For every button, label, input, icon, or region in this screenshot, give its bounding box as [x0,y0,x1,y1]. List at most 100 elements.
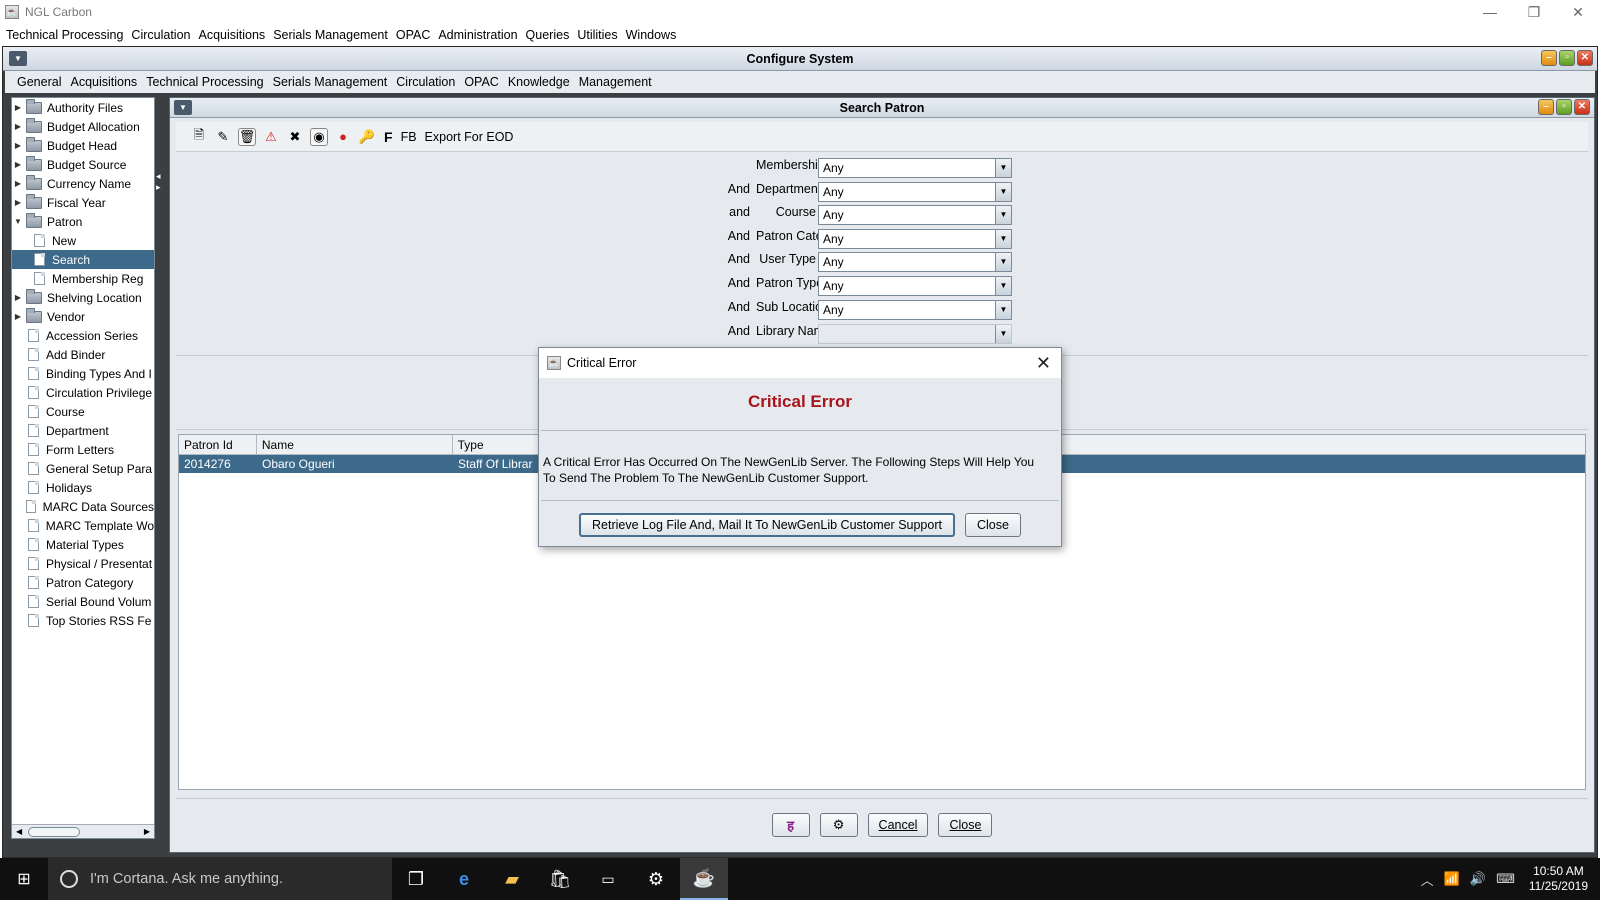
tree-item[interactable]: ▶ Currency Name [12,174,154,193]
tree-item[interactable]: ▶ Shelving Location [12,288,154,307]
cfg-menu-management[interactable]: Management [579,75,652,89]
filter-dropdown[interactable]: Any ▼ [818,229,1012,249]
tree-item[interactable]: General Setup Para [12,459,154,478]
cfg-menu-general[interactable]: General [17,75,61,89]
restore-window-icon[interactable]: ❐ [1512,0,1556,24]
close-button[interactable]: Close [938,812,993,837]
clock[interactable]: 10:50 AM 11/25/2019 [1529,864,1588,894]
menu-acquisitions[interactable]: Acquisitions [198,28,265,42]
chevron-down-icon[interactable]: ▼ [995,230,1011,248]
close-icon[interactable]: ✕ [1036,353,1051,374]
tree-item[interactable]: ▶ Budget Allocation [12,117,154,136]
dialog-close-button[interactable]: Close [964,513,1021,537]
cfg-menu-circulation[interactable]: Circulation [396,75,455,89]
tree-item[interactable]: Patron Category [12,573,154,592]
expanded-arrow-icon[interactable]: ▼ [12,217,24,226]
cfg-menu-opac[interactable]: OPAC [464,75,499,89]
new-record-icon[interactable]: 🗎 [190,127,208,146]
tree-item[interactable]: ▶ Fiscal Year [12,193,154,212]
volume-icon[interactable]: 🔊 [1470,871,1486,887]
chevron-down-icon[interactable]: ▼ [995,159,1011,177]
cancel-button[interactable]: Cancel [867,812,929,837]
collapsed-arrow-icon[interactable]: ▶ [12,103,24,112]
tree-item[interactable]: Circulation Privilege [12,383,154,402]
menu-administration[interactable]: Administration [438,28,517,42]
edge-browser-icon[interactable]: e [440,858,488,900]
splitter-arrows-icon[interactable]: ◂ ▸ [156,171,164,195]
toolbar-fb-button[interactable]: FB [401,130,417,144]
collapsed-arrow-icon[interactable]: ▶ [12,141,24,150]
file-explorer-icon[interactable]: ▰ [488,858,536,900]
filter-dropdown[interactable]: Any ▼ [818,252,1012,272]
tree-item[interactable]: Material Types [12,535,154,554]
tree-item[interactable]: ▶ Authority Files [12,98,154,117]
menu-circulation[interactable]: Circulation [131,28,190,42]
close-frame-icon[interactable]: ✕ [1574,99,1590,115]
menu-windows[interactable]: Windows [626,28,677,42]
filter-dropdown[interactable]: ▼ [818,324,1012,344]
maximize-frame-icon[interactable]: ▫ [1559,50,1575,66]
chevron-up-icon[interactable]: ︿ [1421,870,1434,889]
column-header-patron-id[interactable]: Patron Id [179,435,257,454]
chevron-down-icon[interactable]: ▼ [995,277,1011,295]
block-icon[interactable]: ✖ [286,128,304,146]
tree-item[interactable]: Holidays [12,478,154,497]
menu-technical-processing[interactable]: Technical Processing [6,28,123,42]
network-icon[interactable]: 📶 [1444,871,1460,887]
export-for-eod-button[interactable]: Export For EOD [425,130,514,144]
edit-icon[interactable]: ✎ [214,128,232,146]
tools-icon[interactable]: ⚙ [819,812,858,837]
menu-utilities[interactable]: Utilities [577,28,617,42]
tree-item[interactable]: Serial Bound Volum [12,592,154,611]
retrieve-log-button[interactable]: Retrieve Log File And, Mail It To NewGen… [579,513,955,537]
windows-start-icon[interactable]: ⊞ [0,858,48,900]
menu-opac[interactable]: OPAC [396,28,431,42]
tree-item[interactable]: Form Letters [12,440,154,459]
store-icon[interactable]: 🛍 [536,858,584,900]
horizontal-scrollbar[interactable]: ◀ ▶ [12,824,154,838]
tree-item[interactable]: ▶ Budget Source [12,155,154,174]
tree-item[interactable]: Top Stories RSS Fe [12,611,154,630]
tree-item[interactable]: Membership Reg [12,269,154,288]
tree-item[interactable]: Department [12,421,154,440]
tree-item[interactable]: Search [12,250,154,269]
lock-key-icon[interactable]: 🔑 [358,128,376,146]
settings-gear-icon[interactable]: ⚙ [632,858,680,900]
tree-item[interactable]: Physical / Presentat [12,554,154,573]
close-window-icon[interactable]: ✕ [1556,0,1600,24]
chevron-down-icon[interactable]: ▼ [995,301,1011,319]
cfg-menu-acquisitions[interactable]: Acquisitions [70,75,137,89]
column-header-name[interactable]: Name [257,435,453,454]
warning-icon[interactable]: ⚠ [262,128,280,146]
cortana-search-box[interactable]: I'm Cortana. Ask me anything. [48,858,392,900]
filter-dropdown[interactable]: Any ▼ [818,182,1012,202]
minimize-frame-icon[interactable]: – [1541,50,1557,66]
filter-dropdown[interactable]: Any ▼ [818,205,1012,225]
command-prompt-icon[interactable]: ▭ [584,858,632,900]
tree-item[interactable]: ▶ Vendor [12,307,154,326]
tree-item[interactable]: MARC Template Wo [12,516,154,535]
java-app-icon[interactable]: ☕ [680,858,728,900]
toolbar-f-button[interactable]: F [384,129,393,145]
minimize-window-icon[interactable]: — [1468,0,1512,24]
minimize-frame-icon[interactable]: – [1538,99,1554,115]
cfg-menu-serials-management[interactable]: Serials Management [273,75,388,89]
keyboard-icon[interactable]: ⌨ [1496,871,1515,887]
menu-queries[interactable]: Queries [526,28,570,42]
tree-item[interactable]: ▶ Budget Head [12,136,154,155]
collapsed-arrow-icon[interactable]: ▶ [12,198,24,207]
pin-icon[interactable]: ● [334,128,352,146]
camera-icon[interactable]: ◉ [310,127,328,146]
collapsed-arrow-icon[interactable]: ▶ [12,160,24,169]
tree-item[interactable]: Accession Series [12,326,154,345]
tree-item[interactable]: New [12,231,154,250]
hindi-keyboard-icon[interactable]: ह [771,812,810,837]
chevron-down-icon[interactable]: ▼ [995,253,1011,271]
tree-item[interactable]: Course [12,402,154,421]
collapsed-arrow-icon[interactable]: ▶ [12,293,24,302]
tree-item[interactable]: ▼ Patron [12,212,154,231]
collapsed-arrow-icon[interactable]: ▶ [12,312,24,321]
maximize-frame-icon[interactable]: ▫ [1556,99,1572,115]
tree-item[interactable]: MARC Data Sources [12,497,154,516]
filter-dropdown[interactable]: Any ▼ [818,158,1012,178]
